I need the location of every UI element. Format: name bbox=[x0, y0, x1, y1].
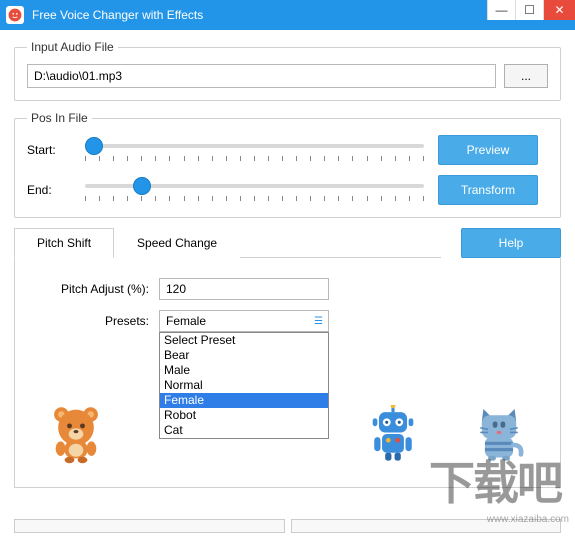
status-bar-left bbox=[14, 519, 285, 533]
tab-speed-change[interactable]: Speed Change bbox=[114, 228, 240, 258]
tabstrip: Pitch Shift Speed Change bbox=[14, 228, 441, 258]
presets-combobox[interactable]: Female ☰ Select Preset Bear Male Normal … bbox=[159, 310, 329, 332]
window-title: Free Voice Changer with Effects bbox=[32, 8, 487, 22]
presets-dropdown-list[interactable]: Select Preset Bear Male Normal Female Ro… bbox=[159, 332, 329, 439]
preview-button[interactable]: Preview bbox=[438, 135, 538, 165]
end-slider[interactable] bbox=[85, 184, 424, 188]
start-slider[interactable] bbox=[85, 144, 424, 148]
tab-pitch-shift[interactable]: Pitch Shift bbox=[14, 228, 114, 258]
audio-path-input[interactable] bbox=[27, 64, 496, 88]
preset-option[interactable]: Normal bbox=[160, 378, 328, 393]
presets-label: Presets: bbox=[29, 314, 159, 328]
position-group: Pos In File Start: Preview End: Transfor… bbox=[14, 111, 561, 218]
end-slider-wrap bbox=[85, 176, 424, 204]
hamburger-icon: ☰ bbox=[314, 316, 322, 327]
watermark-url: www.xiazaiba.com bbox=[487, 514, 569, 525]
window-controls: — ☐ ✕ bbox=[487, 0, 575, 30]
preset-option[interactable]: Robot bbox=[160, 408, 328, 423]
watermark-text: 下载吧 bbox=[429, 447, 561, 513]
input-file-group: Input Audio File ... bbox=[14, 40, 561, 101]
transform-button[interactable]: Transform bbox=[438, 175, 538, 205]
preset-option[interactable]: Select Preset bbox=[160, 333, 328, 348]
close-button[interactable]: ✕ bbox=[543, 0, 575, 20]
preset-option[interactable]: Bear bbox=[160, 348, 328, 363]
start-slider-wrap bbox=[85, 136, 424, 164]
titlebar: Free Voice Changer with Effects — ☐ ✕ bbox=[0, 0, 575, 30]
browse-button[interactable]: ... bbox=[504, 64, 548, 88]
pitch-adjust-input[interactable] bbox=[159, 278, 329, 300]
preset-option-selected[interactable]: Female bbox=[160, 393, 328, 408]
help-button[interactable]: Help bbox=[461, 228, 561, 258]
app-icon bbox=[6, 6, 24, 24]
input-file-legend: Input Audio File bbox=[27, 40, 118, 54]
position-legend: Pos In File bbox=[27, 111, 92, 125]
bear-icon[interactable] bbox=[46, 399, 106, 469]
status-bars bbox=[14, 519, 561, 533]
preset-option[interactable]: Male bbox=[160, 363, 328, 378]
pitch-adjust-label: Pitch Adjust (%): bbox=[29, 282, 159, 296]
preset-option[interactable]: Cat bbox=[160, 423, 328, 438]
start-label: Start: bbox=[27, 143, 71, 157]
maximize-button[interactable]: ☐ bbox=[515, 0, 543, 20]
robot-icon[interactable] bbox=[363, 399, 423, 469]
minimize-button[interactable]: — bbox=[487, 0, 515, 20]
end-label: End: bbox=[27, 183, 71, 197]
presets-selected: Female bbox=[166, 314, 206, 328]
